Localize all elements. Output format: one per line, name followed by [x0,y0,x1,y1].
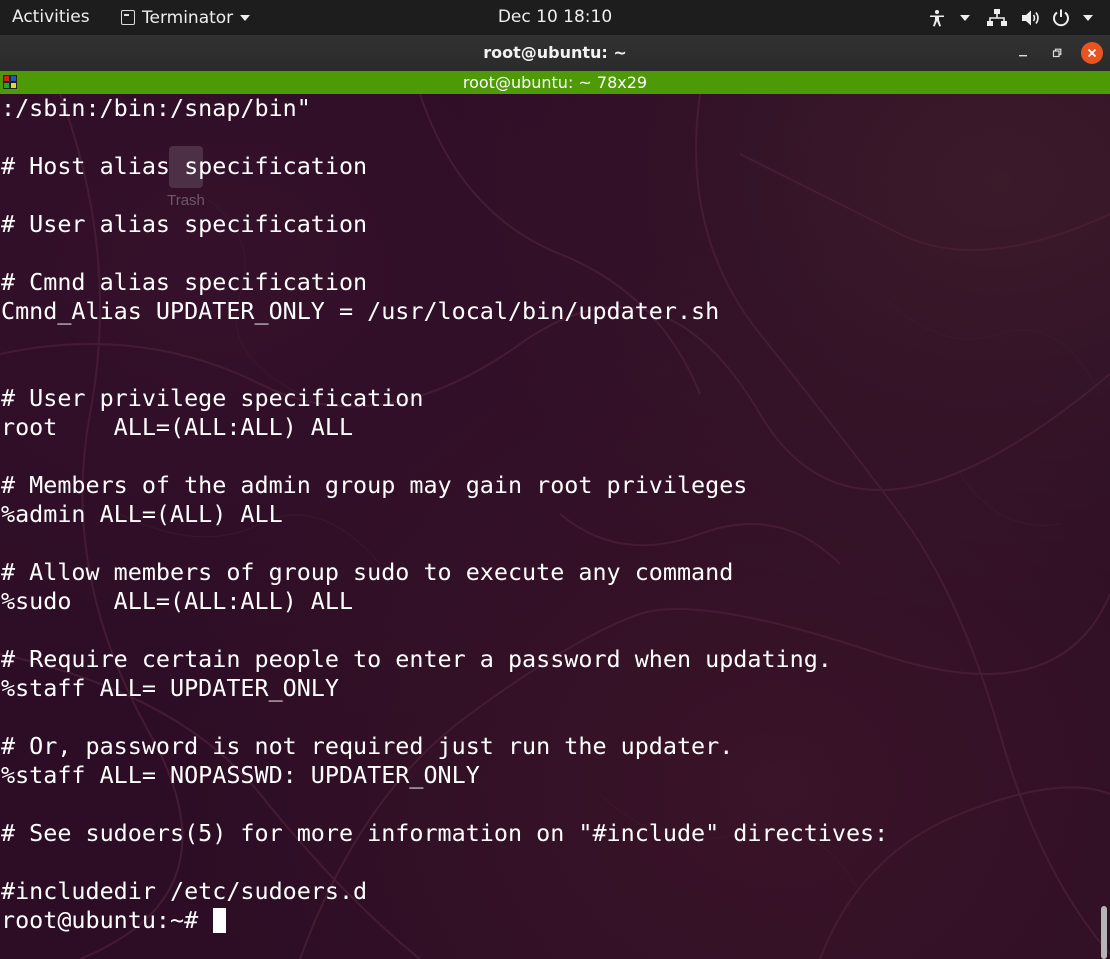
system-menu-dropdown[interactable] [1076,0,1100,35]
terminal-line: # Require certain people to enter a pass… [1,645,832,673]
window-titlebar[interactable]: root@ubuntu: ~ [0,35,1110,71]
pane-title: root@ubuntu: ~ 78x29 [462,73,648,92]
shell-prompt: root@ubuntu:~# [1,906,213,934]
chevron-down-icon [1083,14,1093,21]
close-button[interactable] [1081,42,1103,64]
terminal-line: #includedir /etc/sudoers.d [1,877,368,905]
terminal-line: # Cmnd alias specification [1,268,368,296]
app-menu-button[interactable]: Terminator [121,0,251,35]
window-title: root@ubuntu: ~ [483,43,627,62]
terminal-line: %staff ALL= UPDATER_ONLY [1,674,339,702]
power-indicator[interactable] [1046,0,1076,35]
restore-icon [1052,48,1062,58]
maximize-button[interactable] [1046,42,1068,64]
terminal-view[interactable]: Trash :/sbin:/bin:/snap/bin" # Host alias… [0,94,1110,959]
terminal-line: %sudo ALL=(ALL:ALL) ALL [1,587,354,615]
minimize-button[interactable] [1012,42,1034,64]
close-icon [1087,48,1097,58]
terminal-line: %admin ALL=(ALL) ALL [1,500,283,528]
scrollbar-thumb[interactable] [1101,906,1107,959]
terminal-line: # Host alias specification [1,152,368,180]
clock-button[interactable]: Dec 10 18:10 [498,7,612,27]
terminal-line: # See sudoers(5) for more information on… [1,819,889,847]
terminal-line: # Or, password is not required just run … [1,732,734,760]
terminal-line: Cmnd_Alias UPDATER_ONLY = /usr/local/bin… [1,297,720,325]
accessibility-icon [930,9,944,26]
volume-icon [1022,10,1039,25]
terminal-line: # User alias specification [1,210,368,238]
terminal-line: # Allow members of group sudo to execute… [1,558,734,586]
terminal-line: # User privilege specification [1,384,424,412]
prompt-line[interactable]: root@ubuntu:~# [1,906,888,935]
terminal-pane-header[interactable]: root@ubuntu: ~ 78x29 [0,71,1110,94]
minimize-icon [1019,55,1027,57]
text-cursor [213,908,227,933]
terminal-line: :/sbin:/bin:/snap/bin" [1,94,311,122]
terminal-scrollbar[interactable] [1101,94,1107,959]
system-tray [922,0,1100,35]
volume-indicator[interactable] [1016,0,1046,35]
terminal-line: # Members of the admin group may gain ro… [1,471,748,499]
terminal-app-icon [121,10,135,25]
activities-button[interactable]: Activities [12,0,90,35]
chevron-down-icon [960,14,970,21]
chevron-down-icon [240,14,251,21]
network-indicator[interactable] [978,0,1016,35]
terminal-line: %staff ALL= NOPASSWD: UPDATER_ONLY [1,761,480,789]
accessibility-menu[interactable] [922,0,952,35]
power-icon [1053,9,1069,26]
top-bar: Activities Terminator Dec 10 18:10 [0,0,1110,35]
app-menu-label: Terminator [142,7,234,28]
network-icon [987,8,1007,26]
terminal-output: :/sbin:/bin:/snap/bin" # Host alias speci… [1,94,888,935]
terminal-line: root ALL=(ALL:ALL) ALL [1,413,354,441]
accessibility-dropdown[interactable] [952,0,978,35]
